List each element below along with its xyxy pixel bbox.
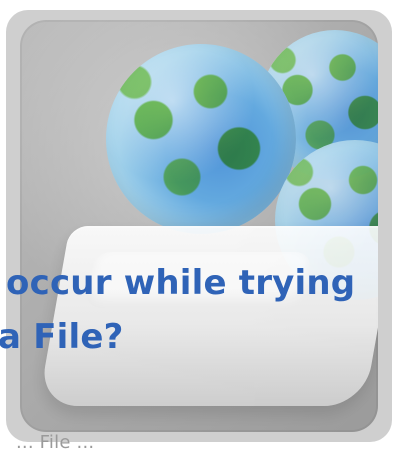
below-card-text: ... File ... [16, 432, 95, 450]
thumbnail-image [20, 20, 378, 432]
thumbnail-card[interactable] [6, 10, 392, 442]
headline-line-1: hat occur while trying [0, 263, 356, 303]
page: hat occur while trying Data File? ... Fi… [0, 0, 399, 450]
thumbnail-headline: hat occur while trying Data File? [0, 256, 399, 364]
globe-icon [106, 44, 296, 234]
headline-line-2: Data File? [0, 317, 124, 357]
